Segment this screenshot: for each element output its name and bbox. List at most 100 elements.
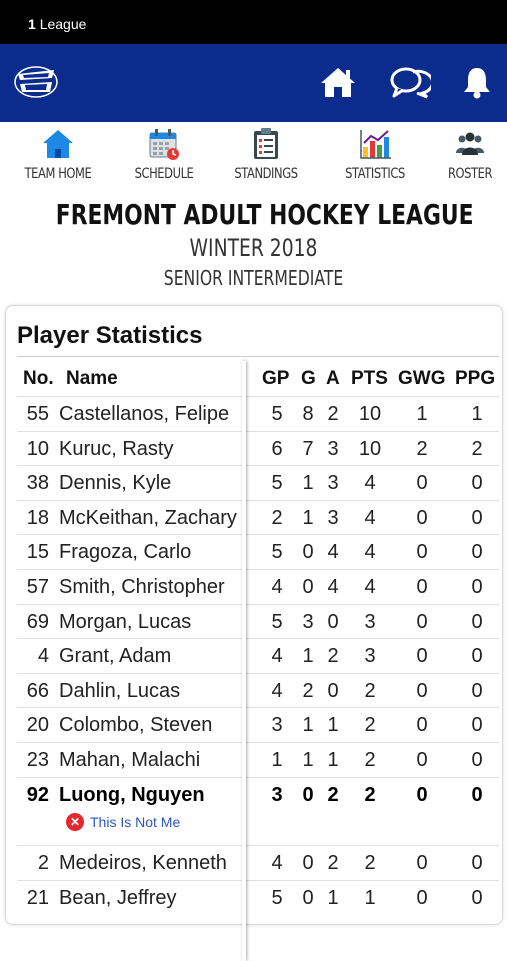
chat-icon[interactable] [388, 64, 432, 100]
header-ppg[interactable]: PPG [455, 368, 495, 390]
player-name[interactable]: Bean, Jeffrey [59, 887, 176, 910]
notification-label: League [39, 16, 87, 32]
header-gwg[interactable]: GWG [398, 368, 446, 390]
tab-standings[interactable]: STANDINGS [216, 122, 316, 190]
stat-ppg: 0 [471, 506, 483, 529]
player-name[interactable]: Luong, Nguyen [59, 784, 205, 807]
tab-standings-label: STANDINGS [234, 166, 298, 182]
stat-pts: 2 [364, 783, 376, 806]
player-name[interactable]: Colombo, Steven [59, 714, 212, 737]
table-row[interactable]: 66 Dahlin, Lucas 4 2 0 2 0 0 [6, 672, 504, 708]
player-name[interactable]: Medeiros, Kenneth [59, 852, 227, 875]
player-number: 55 [26, 403, 49, 425]
table-row[interactable]: 15 Fragoza, Carlo 5 0 4 4 0 0 [6, 534, 504, 569]
tab-schedule[interactable]: SCHEDULE [114, 122, 214, 190]
player-number: 69 [26, 610, 49, 633]
stat-pts: 10 [358, 437, 382, 460]
table-row[interactable]: 2 Medeiros, Kenneth 4 0 2 2 0 0 [6, 845, 504, 880]
table-row[interactable]: 10 Kuruc, Rasty 6 7 3 10 2 2 [6, 430, 504, 466]
row-divider [17, 707, 499, 709]
stat-a: 0 [327, 610, 339, 633]
table-row[interactable]: 4 Grant, Adam 4 1 2 3 0 0 [6, 638, 504, 673]
stat-ppg: 1 [471, 403, 483, 425]
header-pts[interactable]: PTS [351, 368, 388, 390]
tab-statistics[interactable]: STATISTICS [325, 122, 425, 190]
stat-ppg: 0 [471, 852, 483, 875]
bell-icon[interactable] [455, 64, 499, 100]
header-no[interactable]: No. [23, 368, 54, 390]
tab-statistics-label: STATISTICS [345, 166, 405, 182]
row-divider [17, 534, 499, 536]
stat-ppg: 0 [471, 749, 483, 771]
app-header [0, 44, 507, 122]
stat-ppg: 0 [471, 541, 483, 564]
stat-pts: 2 [364, 852, 376, 875]
row-divider [17, 465, 499, 467]
league-name: FREMONT ADULT HOCKEY LEAGUE [55, 198, 474, 231]
stat-a: 1 [327, 886, 339, 909]
player-name[interactable]: Smith, Christopher [59, 576, 225, 599]
header-gp[interactable]: GP [262, 368, 289, 390]
stat-gwg: 2 [416, 437, 428, 460]
stat-gwg: 0 [416, 576, 428, 598]
stat-a: 0 [327, 679, 339, 702]
player-name[interactable]: Castellanos, Felipe [59, 403, 229, 426]
player-number: 2 [37, 852, 49, 875]
player-name[interactable]: Morgan, Lucas [59, 611, 191, 634]
header-name[interactable]: Name [66, 368, 118, 390]
stat-a: 2 [327, 403, 339, 425]
stat-pts: 2 [364, 679, 376, 702]
not-me-link[interactable]: ✕ This Is Not Me [66, 813, 180, 832]
stat-gwg: 0 [416, 886, 428, 909]
player-number: 20 [26, 714, 49, 737]
table-row[interactable]: 20 Colombo, Steven 3 1 1 2 0 0 [6, 707, 504, 742]
stat-pts: 2 [364, 714, 376, 737]
home-icon[interactable] [316, 64, 360, 100]
tab-roster[interactable]: ROSTER [420, 122, 507, 190]
notification-count: 1 [28, 16, 36, 32]
stat-ppg: 0 [471, 783, 483, 806]
super-team-logo[interactable] [14, 64, 58, 100]
table-row[interactable]: 18 McKeithan, Zachary 2 1 3 4 0 0 [6, 499, 504, 535]
stat-pts: 4 [364, 506, 376, 529]
player-number: 92 [26, 783, 49, 806]
player-name[interactable]: Dennis, Kyle [59, 472, 171, 495]
header-a[interactable]: A [326, 368, 340, 390]
table-row[interactable]: 57 Smith, Christopher 4 0 4 4 0 0 [6, 569, 504, 604]
stat-gwg: 0 [416, 610, 428, 633]
stat-ppg: 0 [471, 610, 483, 633]
team-home-icon [41, 127, 75, 161]
player-name[interactable]: McKeithan, Zachary [59, 507, 237, 530]
clipboard-icon [249, 127, 283, 161]
stat-gwg: 0 [416, 472, 428, 495]
table-row[interactable]: 38 Dennis, Kyle 5 1 3 4 0 0 [6, 465, 504, 500]
tab-team-home[interactable]: TEAM HOME [8, 122, 108, 190]
stat-gwg: 0 [416, 679, 428, 702]
tab-team-home-label: TEAM HOME [24, 166, 92, 182]
people-icon [453, 127, 487, 161]
row-divider [17, 845, 499, 847]
player-name[interactable]: Grant, Adam [59, 645, 171, 668]
stat-ppg: 0 [471, 576, 483, 598]
stat-ppg: 0 [471, 714, 483, 737]
stat-gwg: 0 [416, 506, 428, 529]
stat-pts: 2 [364, 749, 376, 771]
row-divider [17, 672, 499, 674]
status-bar-title: 1 League [28, 16, 86, 32]
card-title: Player Statistics [17, 322, 203, 349]
table-row[interactable]: 21 Bean, Jeffrey 5 0 1 1 0 0 [6, 879, 504, 915]
header-g[interactable]: G [301, 368, 316, 390]
stat-ppg: 2 [471, 437, 483, 460]
player-name[interactable]: Mahan, Malachi [59, 749, 200, 772]
player-number: 21 [26, 886, 49, 909]
player-name[interactable]: Kuruc, Rasty [59, 438, 173, 461]
table-row[interactable]: 92 Luong, Nguyen 3 0 2 2 0 0 [6, 776, 504, 812]
status-bar: 1 League [0, 0, 507, 44]
player-name[interactable]: Fragoza, Carlo [59, 541, 191, 564]
table-row[interactable]: 69 Morgan, Lucas 5 3 0 3 0 0 [6, 603, 504, 639]
player-name[interactable]: Dahlin, Lucas [59, 680, 180, 703]
table-row[interactable]: 23 Mahan, Malachi 1 1 1 2 0 0 [6, 742, 504, 777]
stat-a: 4 [327, 576, 339, 598]
table-row[interactable]: 55 Castellanos, Felipe 5 8 2 10 1 1 [6, 396, 504, 431]
stat-pts: 3 [364, 610, 376, 633]
